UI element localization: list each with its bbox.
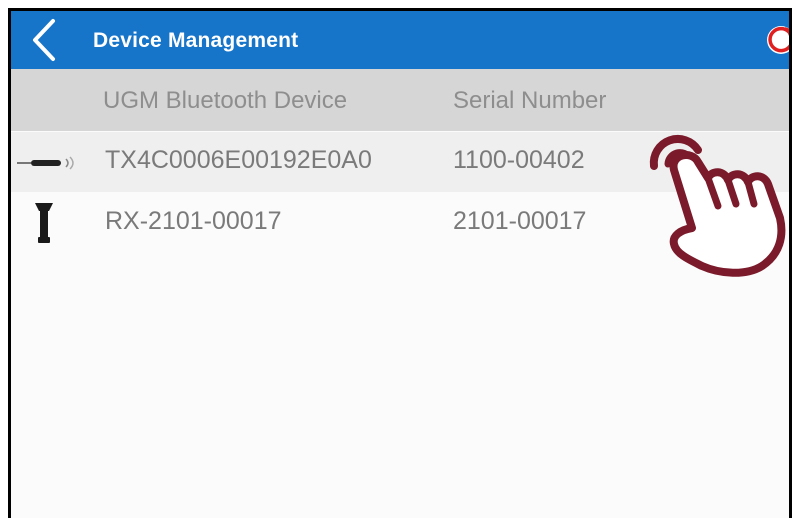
device-name: TX4C0006E00192E0A0 [105, 146, 372, 174]
receiver-icon [35, 203, 53, 243]
back-button[interactable] [25, 17, 65, 63]
serial-number: 2101-00017 [453, 207, 587, 235]
column-header-device: UGM Bluetooth Device [103, 87, 348, 114]
refresh-button[interactable] [763, 21, 789, 59]
screen: Device Management UGM Bluetooth Device S… [0, 0, 798, 518]
chevron-left-icon [33, 19, 55, 61]
app-header: Device Management [11, 11, 789, 69]
page-title: Device Management [93, 29, 299, 52]
transmitter-icon [17, 156, 74, 170]
column-header-serial: Serial Number [453, 87, 607, 114]
refresh-icon [767, 26, 789, 54]
tap-hand-icon [649, 134, 786, 277]
device-name: RX-2101-00017 [105, 207, 282, 235]
serial-number: 1100-00402 [453, 146, 585, 174]
